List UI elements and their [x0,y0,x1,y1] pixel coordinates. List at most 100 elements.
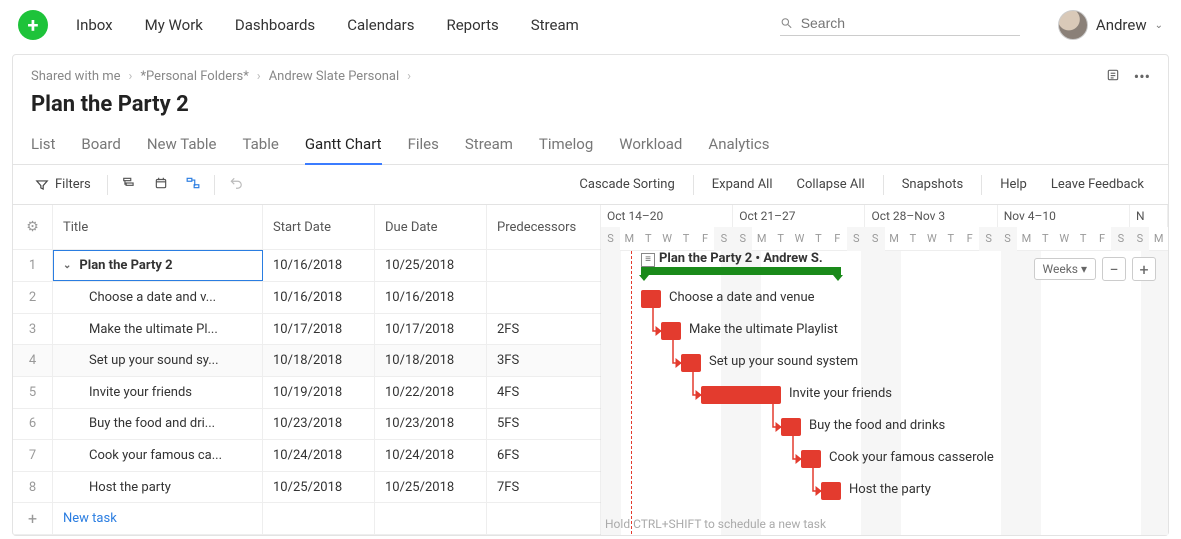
crumb-personal[interactable]: *Personal Folders* [140,69,248,84]
tab-stream[interactable]: Stream [465,127,513,164]
tab-list[interactable]: List [31,127,55,164]
due-cell[interactable]: 10/22/2018 [375,377,487,408]
dependency-arrow [649,304,669,339]
table-row[interactable]: 1 ⌄ Plan the Party 2 10/16/2018 10/25/20… [13,250,600,282]
gantt-chart[interactable]: Oct 14–20Oct 21–27Oct 28–Nov 3Nov 4–10N … [601,205,1168,535]
table-row[interactable]: 5 Invite your friends 10/19/2018 10/22/2… [13,377,600,409]
table-row[interactable]: 2 Choose a date and v... 10/16/2018 10/1… [13,282,600,314]
task-title-cell[interactable]: Invite your friends [53,377,263,408]
col-predecessors[interactable]: Predecessors [487,205,601,249]
task-title-cell[interactable]: ⌄ Plan the Party 2 [53,250,263,281]
table-row[interactable]: 6 Buy the food and dri... 10/23/2018 10/… [13,409,600,441]
add-row-icon[interactable]: + [13,503,53,534]
tab-board[interactable]: Board [81,127,120,164]
start-cell[interactable]: 10/17/2018 [263,314,375,345]
summary-bar[interactable] [641,267,841,275]
due-cell[interactable]: 10/24/2018 [375,440,487,471]
pred-cell[interactable]: 7FS [487,472,601,503]
tab-table[interactable]: Table [243,127,279,164]
col-start-date[interactable]: Start Date [263,205,375,249]
pred-cell[interactable]: 5FS [487,409,601,440]
nav-stream[interactable]: Stream [531,16,579,34]
task-title-cell[interactable]: Set up your sound sy... [53,345,263,376]
zoom-out-button[interactable]: − [1102,257,1126,281]
nav-mywork[interactable]: My Work [145,16,203,34]
user-menu[interactable]: Andrew ⌄ [1058,10,1163,40]
tab-timelog[interactable]: Timelog [539,127,593,164]
week-label: N [1130,205,1168,227]
task-title-cell[interactable]: Make the ultimate Pl... [53,314,263,345]
help-button[interactable]: Help [988,177,1039,192]
due-cell[interactable]: 10/18/2018 [375,345,487,376]
table-row[interactable]: 7 Cook your famous ca... 10/24/2018 10/2… [13,440,600,472]
crumb-shared[interactable]: Shared with me [31,69,121,84]
due-cell[interactable]: 10/25/2018 [375,250,487,281]
start-cell[interactable]: 10/19/2018 [263,377,375,408]
start-cell[interactable]: 10/24/2018 [263,440,375,471]
snapshots-button[interactable]: Snapshots [890,177,976,192]
gantt-bar-label: Make the ultimate Playlist [689,322,838,337]
tab-gantt[interactable]: Gantt Chart [305,127,382,165]
cascade-sorting-button[interactable]: Cascade Sorting [567,177,686,192]
pred-cell[interactable]: 3FS [487,345,601,376]
pred-cell[interactable]: 6FS [487,440,601,471]
expand-tree-icon[interactable] [122,176,136,194]
collapse-all-button[interactable]: Collapse All [785,177,877,192]
nav-calendars[interactable]: Calendars [347,16,414,34]
start-cell[interactable]: 10/23/2018 [263,409,375,440]
due-cell[interactable]: 10/23/2018 [375,409,487,440]
tab-newtable[interactable]: New Table [147,127,217,164]
due-cell[interactable]: 10/17/2018 [375,314,487,345]
more-menu-icon[interactable]: ••• [1134,67,1150,86]
filters-button[interactable]: Filters [25,177,101,192]
timescale-select[interactable]: Weeks ▾ [1034,258,1096,280]
gantt-bar-label: Set up your sound system [709,354,858,369]
info-panel-icon[interactable] [1106,67,1120,86]
table-row[interactable]: 3 Make the ultimate Pl... 10/17/2018 10/… [13,314,600,346]
zoom-in-button[interactable]: + [1132,257,1156,281]
task-title-cell[interactable]: Cook your famous ca... [53,440,263,471]
dependencies-icon[interactable] [186,176,200,194]
expand-all-button[interactable]: Expand All [700,177,785,192]
task-title-cell[interactable]: Host the party [53,472,263,503]
search-input[interactable] [801,15,1020,31]
pred-cell[interactable] [487,282,601,313]
nav-dashboards[interactable]: Dashboards [235,16,315,34]
new-task-cell[interactable]: New task [53,503,263,534]
feedback-button[interactable]: Leave Feedback [1039,177,1156,192]
grid-settings-icon[interactable]: ⚙ [13,205,53,249]
day-label: T [941,227,960,251]
undo-icon[interactable] [221,176,251,194]
nav-inbox[interactable]: Inbox [76,16,113,34]
crumb-andrew[interactable]: Andrew Slate Personal [269,69,399,84]
collapse-caret-icon[interactable]: ⌄ [63,260,71,271]
pred-cell[interactable] [487,250,601,281]
tab-files[interactable]: Files [408,127,439,164]
start-cell[interactable]: 10/16/2018 [263,282,375,313]
gantt-body[interactable]: ≡Plan the Party 2 • Andrew S.Choose a da… [601,251,1168,535]
user-name-label: Andrew [1096,16,1147,34]
day-label: S [979,227,998,251]
col-due-date[interactable]: Due Date [375,205,487,249]
global-search[interactable] [780,15,1020,36]
due-cell[interactable]: 10/25/2018 [375,472,487,503]
timeline-header: Oct 14–20Oct 21–27Oct 28–Nov 3Nov 4–10N … [601,205,1168,251]
nav-reports[interactable]: Reports [446,16,498,34]
create-button[interactable]: + [18,10,48,40]
col-title[interactable]: Title [53,205,263,249]
task-title-cell[interactable]: Choose a date and v... [53,282,263,313]
start-cell[interactable]: 10/25/2018 [263,472,375,503]
table-row[interactable]: 4 Set up your sound sy... 10/18/2018 10/… [13,345,600,377]
tab-analytics[interactable]: Analytics [708,127,769,164]
pred-cell[interactable]: 2FS [487,314,601,345]
start-cell[interactable]: 10/18/2018 [263,345,375,376]
tab-workload[interactable]: Workload [619,127,682,164]
calendar-icon[interactable] [154,176,168,194]
due-cell[interactable]: 10/16/2018 [375,282,487,313]
search-icon [780,16,793,30]
pred-cell[interactable]: 4FS [487,377,601,408]
start-cell[interactable]: 10/16/2018 [263,250,375,281]
new-task-row[interactable]: + New task [13,503,600,535]
task-title-cell[interactable]: Buy the food and dri... [53,409,263,440]
table-row[interactable]: 8 Host the party 10/25/2018 10/25/2018 7… [13,472,600,504]
